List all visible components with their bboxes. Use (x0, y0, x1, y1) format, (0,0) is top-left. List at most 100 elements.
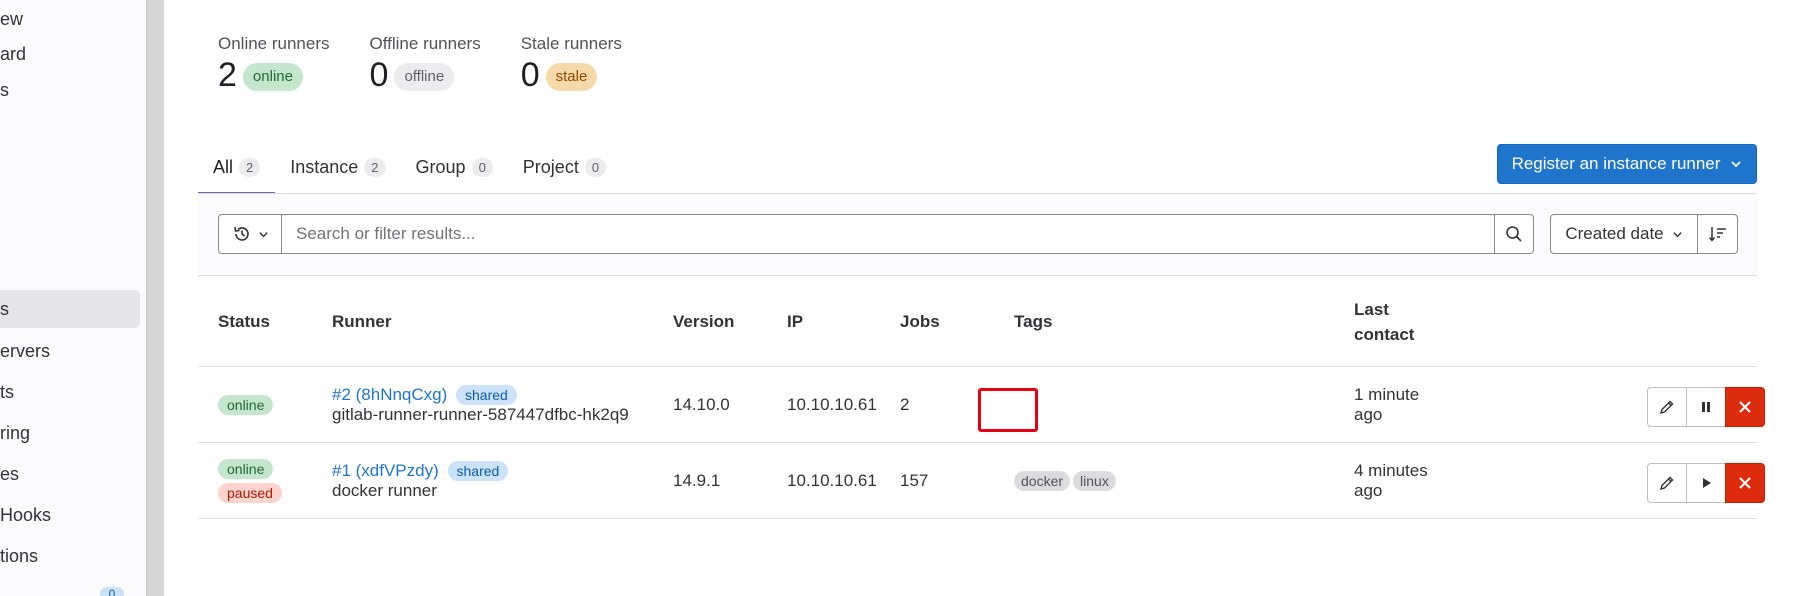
sidebar-item-projects[interactable]: s (0, 71, 9, 109)
status-badge: stale (545, 63, 598, 91)
tab-count: 0 (584, 157, 607, 177)
edit-button[interactable] (1647, 387, 1687, 427)
jobs-highlight-box (978, 388, 1038, 432)
jobs-cell[interactable]: 157 (900, 443, 928, 519)
tab-label: Group (415, 156, 466, 177)
delete-button[interactable] (1725, 387, 1765, 427)
tag-badge: linux (1073, 471, 1116, 491)
column-header-ip: IP (787, 312, 804, 331)
sidebar-item-system-hooks[interactable]: Hooks (0, 496, 51, 534)
pause-button[interactable] (1686, 387, 1726, 427)
search-icon (1506, 226, 1522, 242)
runner-link[interactable]: #1 (xdfVPzdy) (332, 461, 439, 480)
chevron-down-icon (1672, 231, 1682, 237)
stat-value: 0 (520, 56, 540, 94)
ip-cell: 10.10.10.61 (787, 395, 877, 414)
recent-searches-button[interactable] (218, 214, 282, 254)
column-header-tags: Tags (1014, 312, 1053, 331)
ip-cell: 10.10.10.61 (787, 471, 877, 490)
close-icon (1739, 477, 1751, 489)
sidebar-item-messages[interactable]: es (0, 455, 19, 493)
status-badge: paused (218, 483, 282, 503)
tab-group[interactable]: Group 0 (401, 140, 508, 194)
column-header-last-contact: Last contact (1354, 276, 1414, 367)
column-header-version: Version (673, 312, 735, 331)
stat-stale: Stale runners 0 stale (521, 34, 622, 92)
close-icon (1739, 401, 1751, 413)
stat-offline: Offline runners 0 offline (370, 34, 481, 92)
resume-button[interactable] (1686, 463, 1726, 503)
status-badge: online (218, 459, 274, 479)
status-badge: offline (394, 63, 455, 91)
tab-count: 0 (471, 157, 493, 177)
delete-button[interactable] (1725, 463, 1765, 503)
runner-cell: #2 (8hNnqCxg) shared gitlab-runner-runne… (332, 367, 629, 443)
last-contact-line: 1 minute (1354, 385, 1420, 404)
runner-link[interactable]: #2 (8hNnqCxg) (332, 385, 447, 404)
search-filter (218, 214, 1534, 254)
row-actions (1647, 387, 1765, 427)
search-button[interactable] (1495, 214, 1534, 254)
sort-label: Created date (1565, 224, 1664, 243)
status-badge: online (218, 395, 274, 415)
status-badge: online (242, 63, 303, 91)
chevron-down-icon (258, 231, 268, 237)
search-input[interactable] (282, 214, 1495, 254)
sidebar-item-overview[interactable]: ew (0, 0, 23, 38)
tab-label: Project (522, 156, 579, 177)
chevron-down-icon (1731, 161, 1742, 168)
column-header-status[interactable]: Status (218, 276, 270, 367)
sidebar-item-topics[interactable]: ts (0, 373, 14, 411)
tab-instance[interactable]: Instance 2 (275, 140, 400, 194)
stat-value: 0 (369, 56, 389, 94)
tab-label: Instance (290, 156, 359, 177)
shared-badge: shared (447, 461, 509, 481)
jobs-cell[interactable]: 2 (900, 367, 909, 443)
history-icon (233, 226, 249, 241)
sort-lowest-icon (1708, 227, 1726, 242)
pencil-icon (1659, 476, 1674, 491)
last-contact-line: ago (1354, 481, 1383, 500)
sort-direction-button[interactable] (1698, 214, 1738, 254)
table-header: Status Runner Version IP Jobs Tags Last … (198, 276, 1757, 367)
sidebar-scrollbar[interactable] (146, 0, 164, 596)
stat-value: 2 (218, 56, 237, 94)
sidebar-item-monitoring[interactable]: ring (0, 414, 30, 452)
filter-bar: Created date (198, 194, 1757, 276)
runner-description: gitlab-runner-runner-587447dfbc-hk2q9 (332, 405, 629, 424)
status-cell: online paused (218, 443, 282, 519)
header-line: Last (1354, 299, 1389, 319)
sidebar-item-applications[interactable]: tions (0, 537, 38, 575)
version-cell: 14.10.0 (673, 395, 730, 414)
last-contact-line: ago (1354, 405, 1383, 424)
runner-stats: Online runners 2 online Offline runners … (218, 34, 622, 92)
tag-badge: docker (1014, 471, 1071, 491)
last-contact-line: 4 minutes (1354, 461, 1428, 480)
tags-cell: docker linux (1014, 443, 1119, 519)
runner-cell: #1 (xdfVPzdy) shared docker runner (332, 443, 509, 519)
sort-field-dropdown[interactable]: Created date (1550, 214, 1698, 254)
status-cell: online (218, 367, 274, 443)
stat-online: Online runners 2 online (218, 34, 330, 92)
version-cell: 14.9.1 (673, 471, 721, 490)
sidebar-item-gitaly-servers[interactable]: ervers (0, 332, 50, 370)
header-line: contact (1354, 324, 1415, 344)
edit-button[interactable] (1647, 463, 1687, 503)
sidebar-count-badge: 0 (100, 587, 124, 596)
tab-project[interactable]: Project 0 (508, 140, 621, 194)
column-header-runner: Runner (332, 312, 392, 331)
sidebar-item-dashboard[interactable]: ard (0, 35, 26, 73)
register-instance-runner-button[interactable]: Register an instance runner (1497, 144, 1757, 184)
last-contact-cell: 4 minutes ago (1354, 443, 1428, 519)
table-row: online paused #1 (xdfVPzdy) shared docke… (198, 443, 1765, 519)
runner-tabs: All 2 Instance 2 Group 0 Project 0 (198, 140, 621, 195)
row-actions (1647, 463, 1765, 503)
sidebar-item-runners[interactable]: s (0, 290, 140, 328)
shared-badge: shared (456, 385, 517, 405)
tab-all[interactable]: All 2 (198, 140, 276, 195)
pencil-icon (1659, 400, 1674, 415)
tab-count: 2 (239, 157, 261, 177)
tab-label: All (213, 156, 234, 177)
stat-label: Online runners (218, 34, 330, 53)
runner-description: docker runner (332, 481, 437, 500)
